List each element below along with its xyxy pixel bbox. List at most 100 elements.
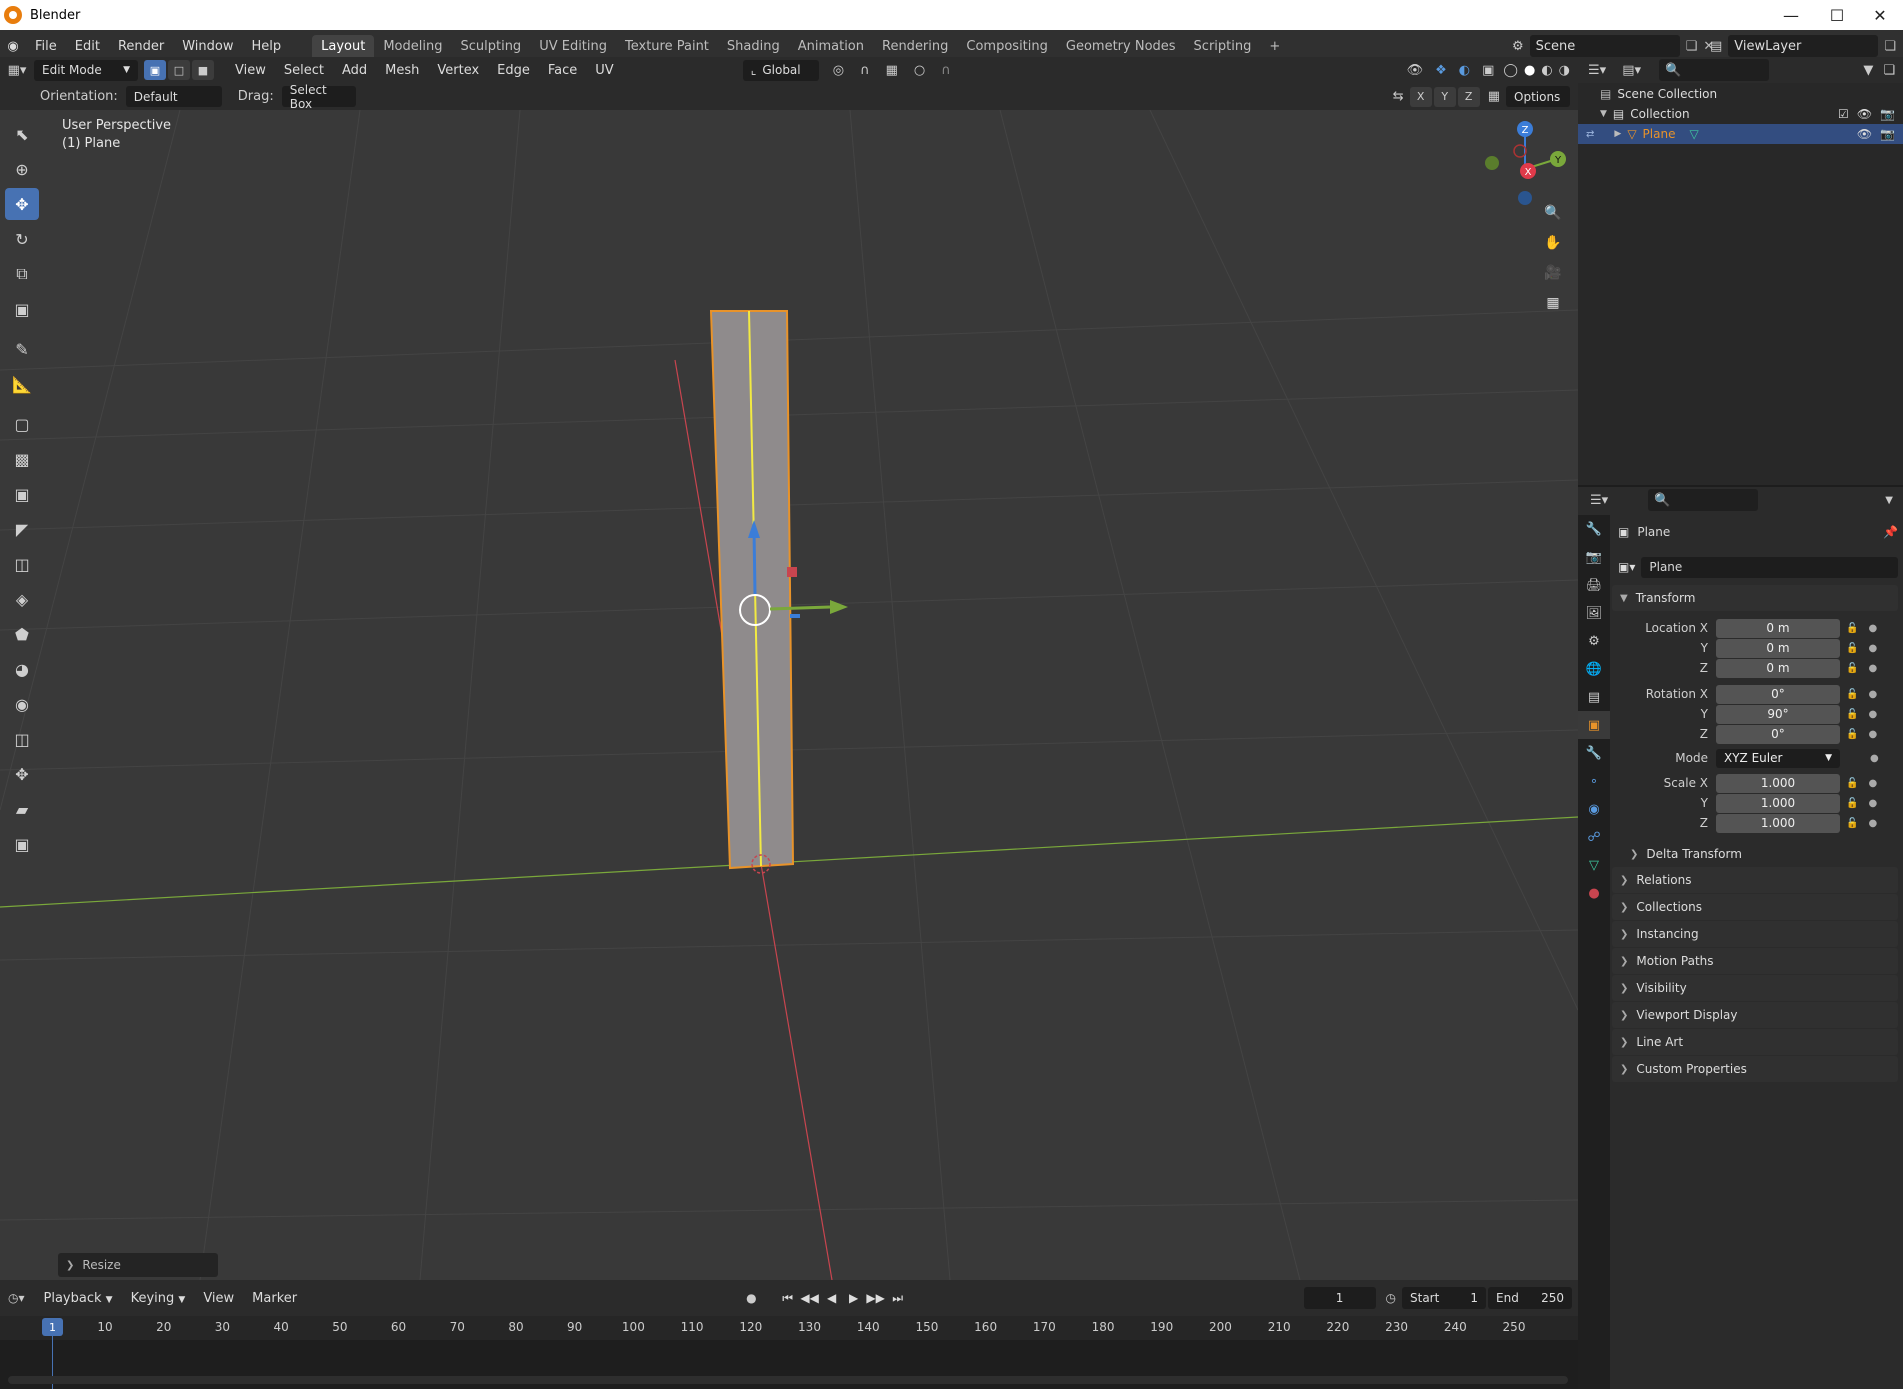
add-workspace-button[interactable]: +	[1260, 35, 1289, 58]
lock-icon[interactable]: 🔓	[1846, 623, 1858, 634]
outliner-editor-type-icon[interactable]: ☰▾	[1588, 63, 1606, 78]
mesh-data-tab-icon[interactable]: ▽	[1578, 851, 1610, 879]
transform-orientation-selector[interactable]: ⌞ Global	[742, 59, 819, 81]
shrink-fatten-tool-icon[interactable]: ✥	[5, 758, 39, 790]
gizmo-neg-z-ball[interactable]	[1518, 191, 1532, 205]
maximize-button[interactable]: ☐	[1814, 0, 1860, 30]
material-shading-icon[interactable]: ◐	[1541, 63, 1552, 78]
mirror-y-toggle[interactable]: Y	[1433, 86, 1456, 107]
constraints-tab-icon[interactable]: ☍	[1578, 823, 1610, 851]
face-select-mode-icon[interactable]: ■	[192, 60, 214, 80]
pivot-point-icon[interactable]: ◎	[833, 63, 844, 78]
keyframe-dot-icon[interactable]: ●	[1868, 663, 1877, 674]
exclude-checkbox[interactable]: ☑	[1838, 107, 1849, 121]
menu-playback[interactable]: Playback ▼	[35, 1291, 122, 1306]
motion-paths-panel-header[interactable]: ❯ Motion Paths	[1612, 948, 1898, 974]
tab-compositing[interactable]: Compositing	[957, 35, 1057, 58]
render-tab-icon[interactable]: 📷	[1578, 543, 1610, 571]
location-x-field[interactable]: 0 m	[1716, 618, 1840, 638]
move-tool-icon[interactable]: ✥	[5, 188, 39, 220]
keyframe-dot-icon[interactable]: ●	[1868, 643, 1877, 654]
location-y-field[interactable]: 0 m	[1716, 638, 1840, 658]
start-frame-field[interactable]: Start 1	[1402, 1287, 1486, 1309]
rotation-mode-selector[interactable]: XYZ Euler ▼	[1716, 748, 1840, 768]
snap-icon[interactable]: ∩	[860, 63, 870, 78]
scale-tool-icon[interactable]: ⧉	[5, 258, 39, 290]
blender-menu-icon[interactable]: ◉	[0, 39, 26, 54]
spin-tool-icon[interactable]: ◕	[5, 653, 39, 685]
lock-icon[interactable]: 🔓	[1846, 818, 1858, 829]
vertex-select-mode-icon[interactable]: ▣	[144, 60, 166, 80]
hide-eye-icon[interactable]: 👁	[1857, 107, 1872, 121]
lock-icon[interactable]: 🔓	[1846, 709, 1858, 720]
zoom-icon[interactable]: 🔍	[1540, 200, 1566, 226]
jump-start-icon[interactable]: ⏮	[777, 1291, 799, 1306]
perspective-toggle-icon[interactable]: ▦	[1540, 290, 1566, 316]
tab-texture-paint[interactable]: Texture Paint	[616, 35, 718, 58]
scale-z-field[interactable]: 1.000	[1716, 813, 1840, 833]
expand-collapse-icon[interactable]: ▼	[1600, 109, 1607, 119]
gizmo-toggle-icon[interactable]: ❖	[1435, 63, 1447, 78]
menu-mesh[interactable]: Mesh	[376, 63, 428, 78]
menu-file[interactable]: File	[26, 39, 66, 54]
menu-select[interactable]: Select	[275, 63, 333, 78]
orientation-selector[interactable]: Default	[125, 86, 222, 107]
lock-icon[interactable]: 🔓	[1846, 689, 1858, 700]
tab-animation[interactable]: Animation	[789, 35, 873, 58]
inset-tool-icon[interactable]: ▣	[5, 478, 39, 510]
lock-icon[interactable]: 🔓	[1846, 798, 1858, 809]
keyframe-dot-icon[interactable]: ●	[1868, 623, 1877, 634]
mesh-data-icon[interactable]: ▽	[1689, 127, 1698, 141]
menu-window[interactable]: Window	[173, 39, 242, 54]
poly-build-tool-icon[interactable]: ⬟	[5, 618, 39, 650]
menu-render[interactable]: Render	[109, 39, 173, 54]
output-tab-icon[interactable]: 🖨	[1578, 571, 1610, 599]
object-name-field[interactable]: Plane	[1641, 556, 1898, 578]
line-art-panel-header[interactable]: ❯ Line Art	[1612, 1029, 1898, 1055]
tab-modeling[interactable]: Modeling	[374, 35, 451, 58]
material-tab-icon[interactable]: ●	[1578, 879, 1610, 907]
properties-search-input[interactable]: 🔍	[1648, 489, 1759, 511]
collections-panel-header[interactable]: ❯ Collections	[1612, 894, 1898, 920]
mirror-x-toggle[interactable]: X	[1409, 86, 1432, 107]
keyframe-dot-icon[interactable]: ●	[1870, 753, 1879, 764]
knife-tool-icon[interactable]: ◈	[5, 583, 39, 615]
close-button[interactable]: ✕	[1857, 0, 1903, 30]
timeline-editor-type-icon[interactable]: ◷▾	[8, 1291, 25, 1305]
loop-cut-tool-icon[interactable]: ◫	[5, 548, 39, 580]
new-collection-icon[interactable]: ❏	[1883, 63, 1895, 78]
menu-view[interactable]: View	[226, 63, 275, 78]
jump-prev-keyframe-icon[interactable]: ◀◀	[799, 1291, 821, 1305]
outliner-row-collection[interactable]: ▼ ▤ Collection ☑ 👁 📷	[1578, 104, 1903, 124]
timeline-scrollbar[interactable]	[8, 1376, 1568, 1384]
scene-tab-icon[interactable]: ⚙	[1578, 627, 1610, 655]
auto-merge-icon[interactable]: ▦	[1488, 89, 1500, 104]
tab-scripting[interactable]: Scripting	[1185, 35, 1261, 58]
transform-tool-icon[interactable]: ▣	[5, 293, 39, 325]
mirror-icon[interactable]: ⇆	[1393, 89, 1404, 104]
current-frame-field[interactable]: 1	[1303, 1287, 1376, 1309]
gizmo-x-scale-handle[interactable]	[787, 567, 797, 577]
object-data-browse-icon[interactable]: ▣▾	[1618, 560, 1635, 574]
preview-range-clock-icon[interactable]: ◷	[1386, 1291, 1396, 1305]
lock-icon[interactable]: 🔓	[1846, 663, 1858, 674]
delta-transform-subpanel[interactable]: ❯ Delta Transform	[1630, 843, 1890, 865]
menu-vertex[interactable]: Vertex	[428, 63, 488, 78]
scale-x-field[interactable]: 1.000	[1716, 773, 1840, 793]
new-view-layer-icon[interactable]: ❏	[1884, 39, 1896, 54]
camera-view-icon[interactable]: 🎥	[1540, 260, 1566, 286]
last-operator-panel[interactable]: ❯ Resize	[58, 1253, 218, 1277]
tab-rendering[interactable]: Rendering	[873, 35, 957, 58]
rip-region-tool-icon[interactable]: ▣	[5, 828, 39, 860]
filter-icon[interactable]: ▼	[1863, 63, 1873, 78]
keyframe-dot-icon[interactable]: ●	[1868, 689, 1877, 700]
transform-panel-header[interactable]: ▼ Transform	[1612, 585, 1898, 611]
rotate-tool-icon[interactable]: ↻	[5, 223, 39, 255]
tab-geometry-nodes[interactable]: Geometry Nodes	[1057, 35, 1185, 58]
rotation-z-field[interactable]: 0°	[1716, 724, 1840, 744]
pin-icon[interactable]: 📌	[1883, 525, 1898, 539]
proportional-edit-icon[interactable]: ○	[914, 63, 925, 78]
select-box-tool-icon[interactable]: ⬉	[5, 118, 39, 150]
world-tab-icon[interactable]: 🌐	[1578, 655, 1610, 683]
new-scene-icon[interactable]: ❏	[1686, 39, 1698, 54]
